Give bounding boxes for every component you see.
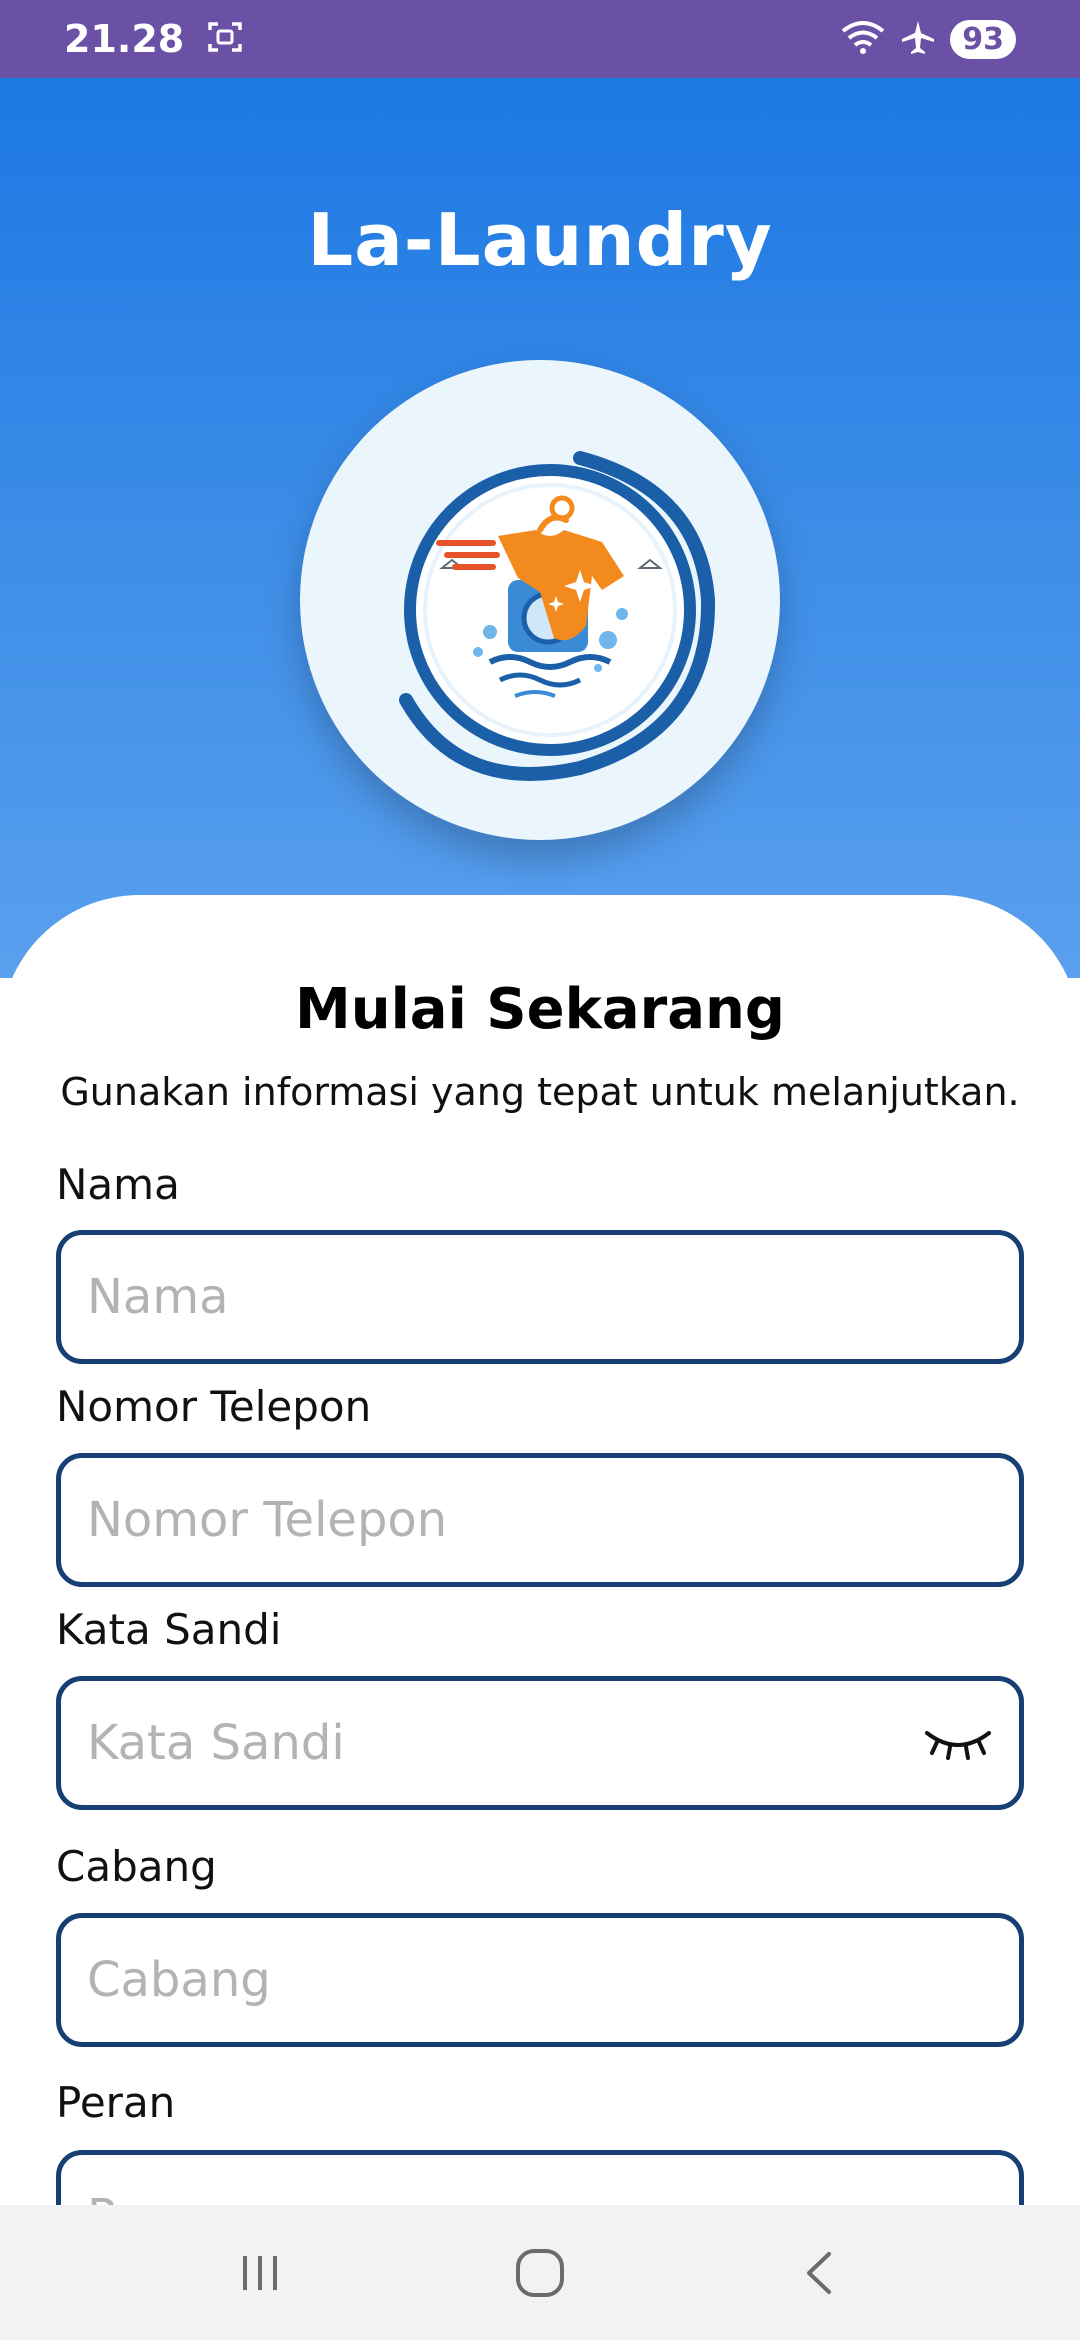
screenshot-icon xyxy=(206,20,244,58)
phone-input[interactable] xyxy=(87,1492,993,1548)
card-subtitle: Gunakan informasi yang tepat untuk melan… xyxy=(60,1070,1020,1114)
recent-apps-icon xyxy=(243,2255,277,2290)
name-field[interactable] xyxy=(56,1230,1024,1364)
password-label: Kata Sandi xyxy=(56,1605,282,1654)
branch-input[interactable] xyxy=(87,1952,993,2008)
laundry-logo-icon xyxy=(399,451,716,781)
password-field[interactable] xyxy=(56,1676,1024,1810)
role-label: Peran xyxy=(56,2078,176,2127)
card-title: Mulai Sekarang xyxy=(295,977,785,1042)
back-button[interactable] xyxy=(770,2223,870,2323)
phone-label: Nomor Telepon xyxy=(56,1382,372,1431)
signup-card: Mulai Sekarang Gunakan informasi yang te… xyxy=(0,895,1080,2284)
status-bar: 21.28 93 xyxy=(0,0,1080,78)
password-input[interactable] xyxy=(87,1715,923,1771)
eye-closed-icon[interactable] xyxy=(923,1723,993,1763)
back-icon xyxy=(807,2251,831,2294)
status-time: 21.28 xyxy=(64,17,185,61)
name-label: Nama xyxy=(56,1160,180,1209)
hero-header: La-Laundry xyxy=(0,78,1080,978)
branch-field[interactable] xyxy=(56,1913,1024,2047)
home-button[interactable] xyxy=(490,2223,590,2323)
app-logo xyxy=(300,360,780,840)
phone-field[interactable] xyxy=(56,1453,1024,1587)
app-title: La-Laundry xyxy=(307,198,773,282)
system-nav-bar xyxy=(0,2205,1080,2340)
wifi-icon xyxy=(840,19,886,59)
recent-apps-button[interactable] xyxy=(210,2223,310,2323)
airplane-icon xyxy=(900,19,936,59)
battery-indicator: 93 xyxy=(950,19,1016,59)
name-input[interactable] xyxy=(87,1269,993,1325)
branch-label: Cabang xyxy=(56,1842,217,1891)
home-icon xyxy=(516,2248,564,2297)
